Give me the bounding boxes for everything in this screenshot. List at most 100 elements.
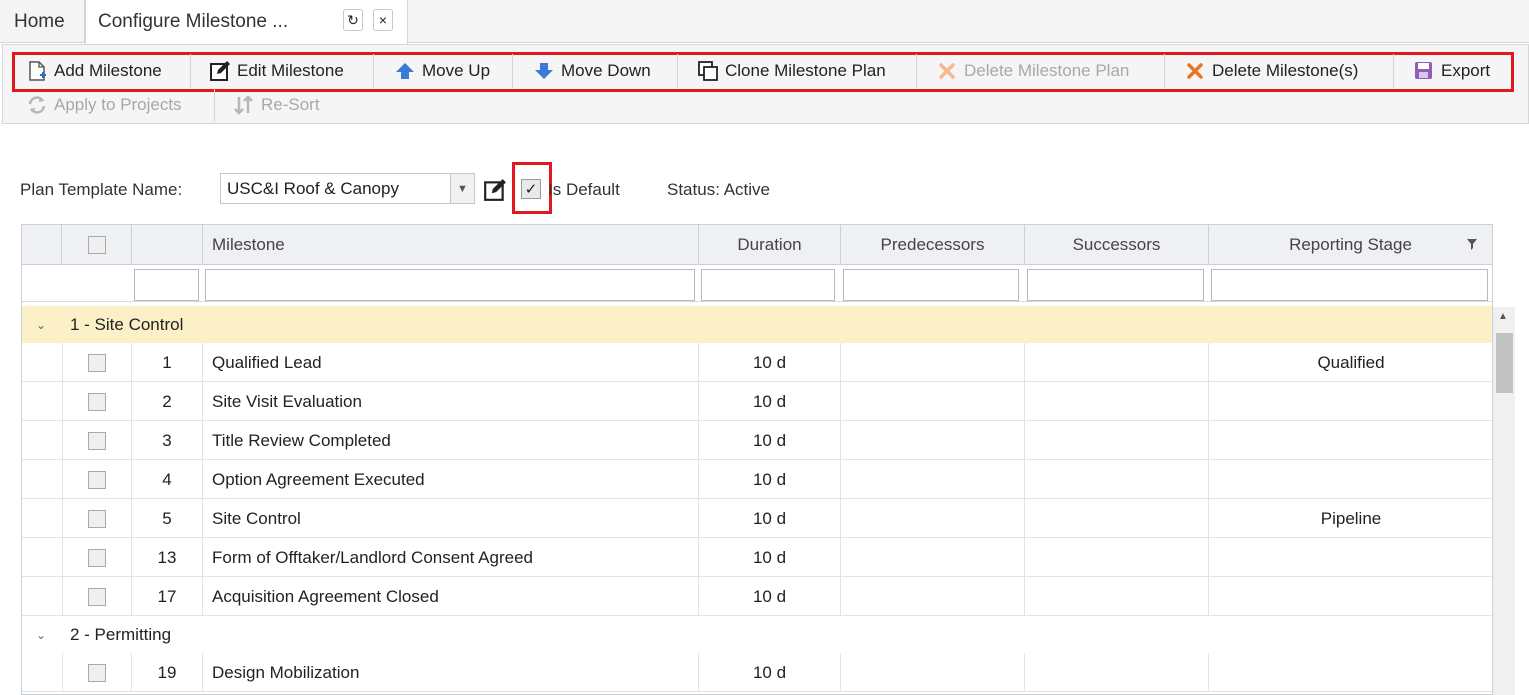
- successors-column-header[interactable]: Successors: [1025, 225, 1209, 265]
- predecessors-value: [841, 421, 1025, 460]
- edit-plan-icon[interactable]: [483, 178, 507, 202]
- duration-value: 10 d: [699, 577, 841, 616]
- add-milestone-label: Add Milestone: [54, 61, 162, 80]
- row-checkbox[interactable]: [88, 353, 106, 372]
- reporting-stage-value: [1209, 382, 1492, 421]
- milestone-filter-input[interactable]: [205, 269, 695, 301]
- duration-value: 10 d: [699, 343, 841, 382]
- is-default-checkbox[interactable]: ✓: [521, 179, 541, 199]
- export-button[interactable]: Export: [1413, 54, 1490, 88]
- scroll-up-icon[interactable]: ▲: [1498, 311, 1508, 322]
- table-row[interactable]: 2 Site Visit Evaluation 10 d: [22, 382, 1492, 421]
- toolbar-divider: [1164, 54, 1165, 88]
- move-down-button[interactable]: Move Down: [533, 54, 651, 88]
- row-checkbox[interactable]: [88, 663, 106, 682]
- duration-value: 10 d: [699, 499, 841, 538]
- plan-template-dropdown[interactable]: USC&I Roof & Canopy ▼: [220, 173, 475, 204]
- clone-icon: [697, 60, 719, 82]
- chevron-down-icon[interactable]: ⌄: [36, 318, 46, 332]
- number-column-header[interactable]: [132, 225, 203, 265]
- milestone-name: Form of Offtaker/Landlord Consent Agreed: [203, 538, 699, 577]
- delete-plan-button[interactable]: Delete Milestone Plan: [936, 54, 1129, 88]
- row-checkbox[interactable]: [88, 509, 106, 528]
- table-row[interactable]: 3 Title Review Completed 10 d: [22, 421, 1492, 460]
- reporting-stage-column-header[interactable]: Reporting Stage: [1209, 225, 1492, 265]
- milestone-name: Site Control: [203, 499, 699, 538]
- tab-configure-milestone[interactable]: Configure Milestone ... ↻ ×: [85, 0, 408, 44]
- milestone-column-header[interactable]: Milestone: [203, 225, 699, 265]
- row-select-cell: [62, 343, 132, 382]
- duration-value: 10 d: [699, 653, 841, 692]
- chevron-down-icon[interactable]: ▼: [450, 174, 474, 203]
- duration-column-header[interactable]: Duration: [699, 225, 841, 265]
- row-number: 3: [132, 421, 203, 460]
- tab-home-label: Home: [14, 10, 65, 32]
- tab-home[interactable]: Home: [0, 0, 85, 43]
- milestone-name: Option Agreement Executed: [203, 460, 699, 499]
- successors-value: [1025, 343, 1209, 382]
- duration-value: 10 d: [699, 382, 841, 421]
- row-number: 5: [132, 499, 203, 538]
- row-select-cell: [62, 577, 132, 616]
- reporting-stage-value: [1209, 538, 1492, 577]
- plan-template-label: Plan Template Name:: [20, 180, 183, 199]
- row-checkbox[interactable]: [88, 548, 106, 567]
- tab-active-label: Configure Milestone ...: [98, 11, 289, 32]
- scroll-thumb[interactable]: [1496, 333, 1513, 393]
- predecessors-value: [841, 538, 1025, 577]
- grid-header: Milestone Duration Predecessors Successo…: [22, 225, 1492, 265]
- add-document-icon: [26, 60, 48, 82]
- group-row[interactable]: ⌄ 2 - Permitting: [22, 616, 1492, 653]
- apply-to-projects-label: Apply to Projects: [54, 95, 182, 114]
- apply-to-projects-button[interactable]: Apply to Projects: [26, 88, 182, 122]
- number-filter-input[interactable]: [134, 269, 199, 301]
- predecessors-filter-input[interactable]: [843, 269, 1019, 301]
- table-row[interactable]: 5 Site Control 10 d Pipeline: [22, 499, 1492, 538]
- row-select-cell: [62, 421, 132, 460]
- resort-button[interactable]: Re-Sort: [233, 88, 320, 122]
- toolbar-divider: [214, 88, 215, 122]
- move-up-button[interactable]: Move Up: [394, 54, 490, 88]
- plan-status: Status: Active: [667, 180, 770, 199]
- duration-filter-input[interactable]: [701, 269, 835, 301]
- row-number: 17: [132, 577, 203, 616]
- row-checkbox[interactable]: [88, 470, 106, 489]
- successors-filter-input[interactable]: [1027, 269, 1204, 301]
- delete-milestones-label: Delete Milestone(s): [1212, 61, 1359, 80]
- close-icon[interactable]: ×: [373, 9, 393, 31]
- edit-milestone-button[interactable]: Edit Milestone: [209, 54, 344, 88]
- row-checkbox[interactable]: [88, 392, 106, 411]
- reporting-stage-filter-input[interactable]: [1211, 269, 1488, 301]
- row-checkbox[interactable]: [88, 431, 106, 450]
- predecessors-header-label: Predecessors: [880, 235, 985, 254]
- edit-icon: [209, 60, 231, 82]
- refresh-icon: [26, 94, 48, 116]
- select-all-checkbox[interactable]: [87, 236, 106, 254]
- duration-header-label: Duration: [737, 235, 802, 254]
- group-title: 2 - Permitting: [70, 624, 172, 644]
- filter-pin-icon[interactable]: [1466, 237, 1478, 257]
- group-row[interactable]: ⌄ 1 - Site Control: [22, 306, 1492, 343]
- add-milestone-button[interactable]: Add Milestone: [26, 54, 162, 88]
- table-row[interactable]: 19 Design Mobilization 10 d: [22, 653, 1492, 692]
- reporting-stage-value: Pipeline: [1320, 508, 1382, 528]
- row-number: 4: [132, 460, 203, 499]
- chevron-down-icon[interactable]: ⌄: [36, 628, 46, 642]
- table-row[interactable]: 1 Qualified Lead 10 d Qualified: [22, 343, 1492, 382]
- clone-plan-button[interactable]: Clone Milestone Plan: [697, 54, 886, 88]
- row-checkbox[interactable]: [88, 587, 106, 606]
- table-row[interactable]: 17 Acquisition Agreement Closed 10 d: [22, 577, 1492, 616]
- row-select-cell: [62, 499, 132, 538]
- predecessors-column-header[interactable]: Predecessors: [841, 225, 1025, 265]
- refresh-icon[interactable]: ↻: [343, 9, 363, 31]
- export-label: Export: [1441, 61, 1491, 80]
- delete-milestones-button[interactable]: Delete Milestone(s): [1184, 54, 1358, 88]
- vertical-scrollbar[interactable]: ▲: [1493, 307, 1515, 695]
- table-row[interactable]: 13 Form of Offtaker/Landlord Consent Agre…: [22, 538, 1492, 577]
- move-down-label: Move Down: [561, 61, 651, 80]
- predecessors-value: [841, 499, 1025, 538]
- select-all-cell: [62, 225, 132, 265]
- move-up-label: Move Up: [422, 61, 491, 80]
- duration-value: 10 d: [699, 421, 841, 460]
- table-row[interactable]: 4 Option Agreement Executed 10 d: [22, 460, 1492, 499]
